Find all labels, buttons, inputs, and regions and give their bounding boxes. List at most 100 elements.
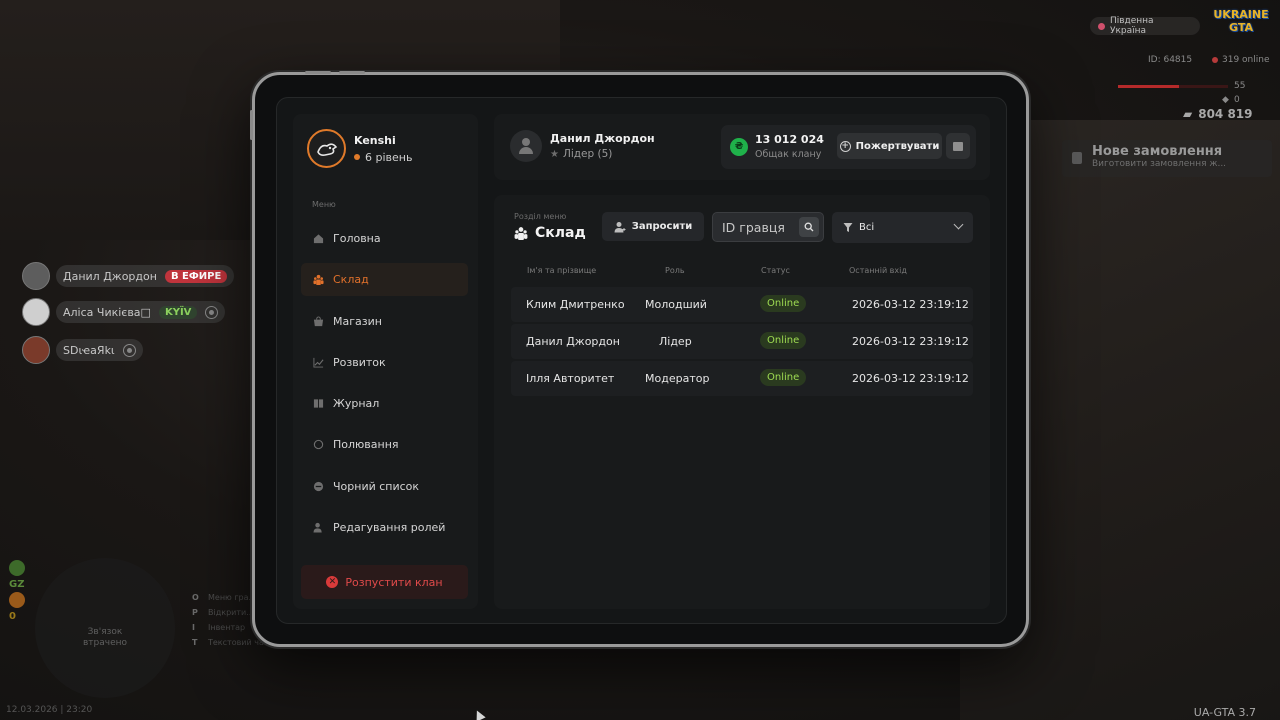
menu-title: Меню — [312, 200, 336, 209]
book-icon — [313, 399, 324, 408]
table-row[interactable]: Клим Дмитренко Молодший Online 2026-03-1… — [511, 287, 973, 322]
eye-icon[interactable] — [205, 305, 219, 319]
balance-value: 13 012 024 — [755, 133, 824, 146]
sidebar-item-journal[interactable]: Журнал — [301, 387, 468, 420]
star-icon: ★ — [550, 148, 559, 160]
order-notification: Нове замовлення Виготовити замовлення ж.… — [1062, 140, 1272, 177]
tablet-screen: Kenshi 6 рівень Меню Головна Склад Магаз… — [276, 97, 1007, 624]
kyiv-badge: KYÏV — [158, 305, 198, 319]
donate-label: Пожертвувати — [855, 140, 940, 152]
invite-button[interactable]: Запросити — [602, 212, 704, 241]
sidebar-item-hunting[interactable]: Полювання — [301, 428, 468, 461]
sidebar-item-label: Полювання — [333, 438, 399, 452]
storage-box-button[interactable] — [946, 133, 970, 159]
profile-name: Kenshi — [354, 133, 396, 147]
game-version: UA-GTA 3.7 — [1193, 706, 1256, 719]
money-display: ▰ 804 819 — [1183, 107, 1253, 121]
member-name: Ілля Авторитет — [526, 372, 615, 385]
server-name: Південна Україна — [1109, 16, 1154, 36]
member-last-login: 2026-03-12 23:19:12 — [852, 335, 969, 348]
sidebar-item-label: Розвиток — [333, 355, 386, 369]
sidebar-item-label: Журнал — [333, 397, 380, 411]
key-label: I — [192, 623, 195, 632]
disband-clan-button[interactable]: ✕ Розпустити клан — [301, 565, 468, 599]
members-table: Клим Дмитренко Молодший Online 2026-03-1… — [511, 287, 973, 398]
column-header: Останній вхід — [849, 266, 907, 275]
sidebar-item-label: Редагування ролей — [333, 521, 446, 535]
level-text: 6 рівень — [365, 150, 413, 164]
user-edit-icon — [313, 522, 322, 533]
money-value: 804 819 — [1198, 107, 1253, 121]
sidebar-item-label: Чорний список — [333, 479, 420, 493]
player-id: ID: 64815 — [1148, 55, 1193, 65]
filter-value: Всі — [859, 222, 875, 233]
sidebar-item-roles[interactable]: Редагування ролей — [301, 511, 468, 544]
box-icon — [953, 141, 963, 151]
members-icon — [514, 227, 528, 240]
avatar — [22, 262, 50, 290]
leader-name: Данил Джордон — [550, 132, 655, 145]
search-input[interactable] — [722, 218, 794, 236]
avatar — [510, 130, 542, 162]
status-badge: Online — [760, 332, 807, 349]
disband-label: Розпустити клан — [345, 575, 443, 589]
page-title-text: Склад — [535, 225, 586, 241]
sidebar-item-home[interactable]: Головна — [301, 222, 468, 255]
server-badge: Південна Україна — [1090, 16, 1200, 36]
sidebar-item-label: Склад — [333, 273, 369, 287]
server-dot-icon — [1098, 22, 1105, 30]
order-title: Нове замовлення — [1092, 144, 1223, 159]
online-dot-icon — [1212, 57, 1218, 63]
search-icon — [804, 222, 814, 232]
add-user-icon — [614, 221, 626, 232]
voice-name: ЅDɩҽaЯkɩ — [63, 343, 115, 357]
health-value: 55 — [1234, 81, 1246, 91]
voice-name: Данил Джордон — [63, 269, 157, 283]
sidebar: Kenshi 6 рівень Меню Головна Склад Магаз… — [293, 114, 478, 609]
table-row[interactable]: Данил Джордон Лідер Online 2026-03-12 23… — [511, 324, 973, 359]
member-name: Данил Джордон — [526, 335, 620, 348]
armor-icon: ◆ — [1222, 95, 1229, 105]
search-button[interactable] — [799, 217, 819, 237]
block-icon — [313, 481, 324, 491]
order-subtitle: Виготовити замовлення ж... — [1092, 159, 1227, 169]
key-desc: Меню гра... — [208, 593, 257, 602]
money-icon: ▰ — [1183, 107, 1193, 121]
sidebar-item-shop[interactable]: Магазин — [301, 305, 468, 338]
table-row[interactable]: Ілля Авторитет Модератор Online 2026-03-… — [511, 361, 973, 396]
member-last-login: 2026-03-12 23:19:12 — [852, 372, 969, 385]
order-icon — [1072, 152, 1082, 164]
player-search — [712, 212, 824, 242]
leader-role: ★ Лідер (5) — [550, 148, 655, 160]
health-fill — [1118, 85, 1179, 88]
sidebar-item-development[interactable]: Розвиток — [301, 346, 468, 379]
voice-name: Аліса Чикієва□ — [63, 305, 151, 319]
key-label: P — [192, 608, 198, 617]
role-filter-select[interactable]: Всі — [832, 212, 973, 243]
tablet-side-button — [250, 110, 253, 140]
mouse-cursor-icon — [472, 708, 486, 720]
game-logo: UKRAINE GTA — [1213, 8, 1269, 34]
sidebar-menu: Головна Склад Магазин Розвиток Журнал По… — [301, 222, 468, 552]
page-title: Склад — [514, 225, 586, 241]
tablet-button — [339, 71, 365, 74]
leader-role-text: Лідер (5) — [562, 148, 613, 160]
member-role: Лідер — [659, 335, 692, 348]
clan-logo-icon — [307, 129, 346, 168]
sidebar-item-storage[interactable]: Склад — [301, 263, 468, 297]
eye-icon[interactable] — [122, 343, 136, 357]
plus-icon: + — [839, 140, 851, 152]
donate-button[interactable]: + Пожертвувати — [837, 133, 942, 159]
tablet-frame: Kenshi 6 рівень Меню Головна Склад Магаз… — [250, 71, 1029, 647]
target-icon — [313, 440, 324, 450]
column-header: Роль — [665, 266, 685, 275]
sidebar-item-blacklist[interactable]: Чорний список — [301, 470, 468, 503]
online-text: 319 online — [1222, 55, 1270, 65]
status-green-icon — [9, 560, 25, 576]
avatar — [22, 336, 50, 364]
member-role: Модератор — [645, 372, 710, 385]
members-icon — [313, 275, 324, 286]
home-icon — [313, 234, 324, 244]
chevron-down-icon — [953, 219, 964, 230]
main-panel: Розділ меню Склад Запросити Всі — [494, 195, 990, 609]
